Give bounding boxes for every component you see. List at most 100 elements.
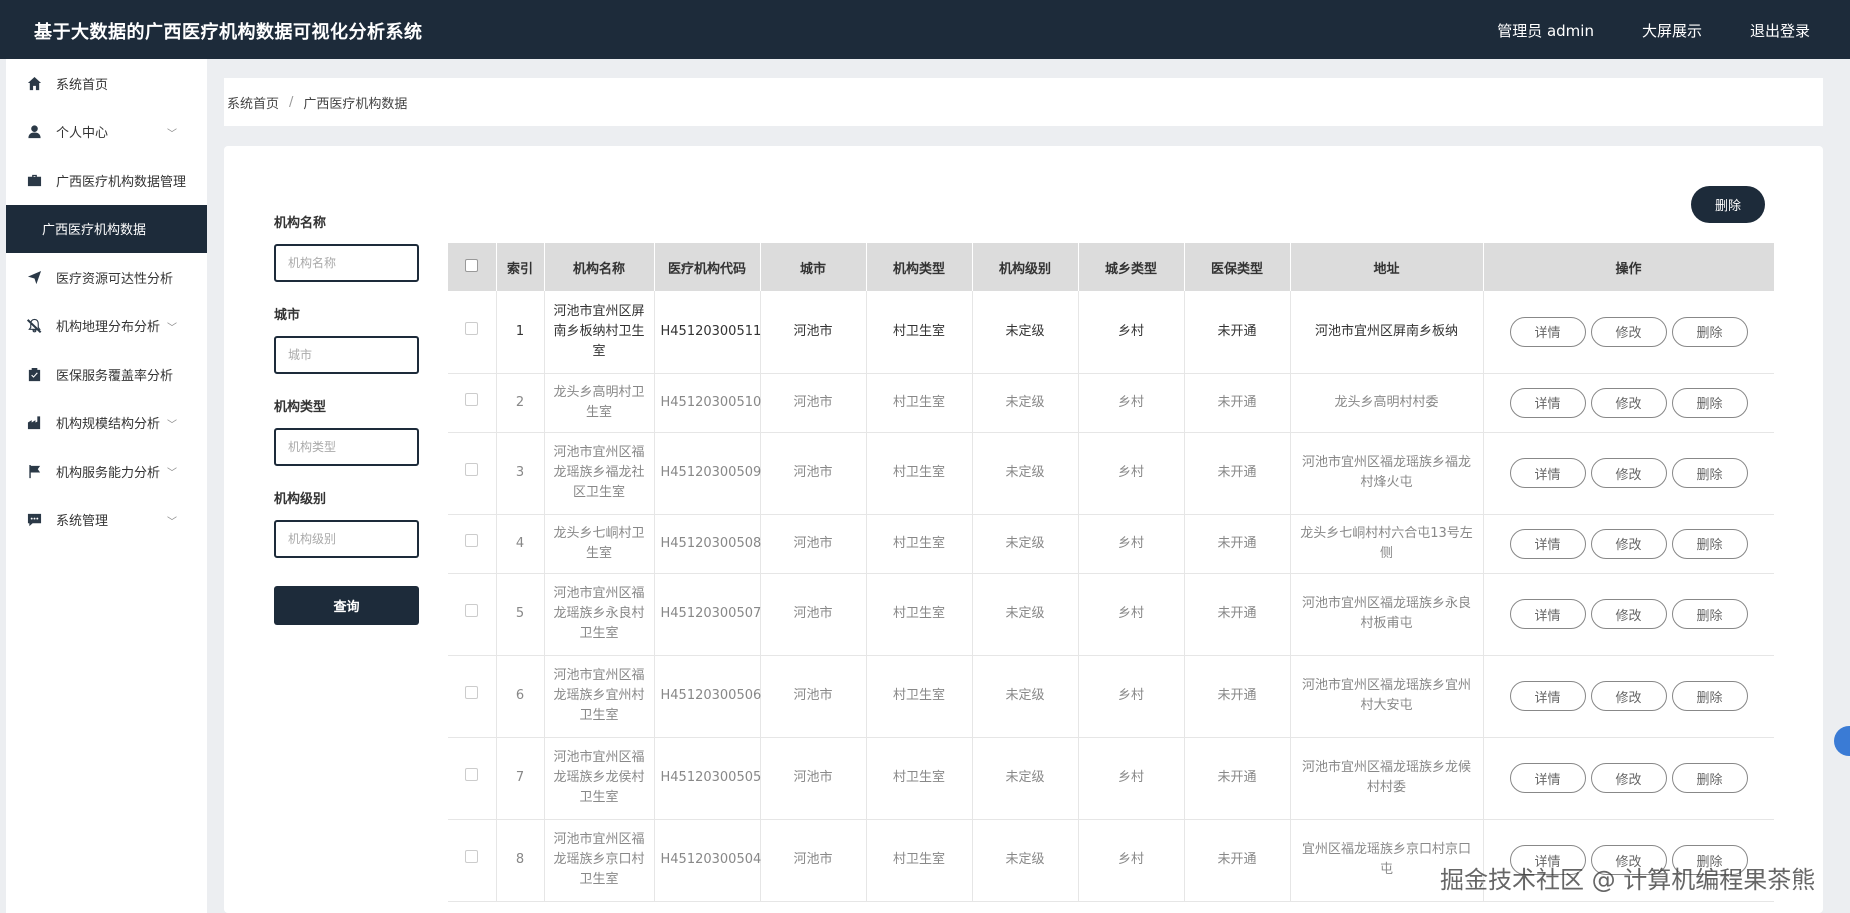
row-checkbox[interactable] xyxy=(465,686,479,699)
table-row: 4 龙头乡七峒村卫生室 H45120300508 河池市 村卫生室 未定级 乡村 未开通 龙头乡… xyxy=(448,514,1774,574)
delete-button[interactable]: 删除 xyxy=(1671,316,1748,347)
row-checkbox[interactable] xyxy=(465,392,479,406)
table-row: 1 河池市宜州区屏南乡板纳村卫生室 H45120300511 河池市 村卫生室 未定级 乡村… xyxy=(448,291,1774,374)
table-header-row: 索引 机构名称 医疗机构代码 城市 机构类型 机构级别 城乡类型 医保类型 地址… xyxy=(448,243,1774,291)
cell-actions: 详情 修改 删除 xyxy=(1483,373,1774,433)
row-select[interactable] xyxy=(448,514,497,574)
header-city: 城市 xyxy=(760,243,867,291)
detail-button[interactable]: 详情 xyxy=(1509,528,1586,559)
cell-name: 河池市宜州区福龙瑶族乡永良村卫生室 xyxy=(544,573,655,656)
batch-delete-button[interactable]: 删除 xyxy=(1691,186,1765,223)
sidebar-item-service-capacity[interactable]: 机构服务能力分析 ﹀ xyxy=(6,447,207,496)
delete-button[interactable]: 删除 xyxy=(1671,528,1748,559)
level-input[interactable] xyxy=(274,520,419,558)
cell-type: 村卫生室 xyxy=(866,514,973,574)
cell-address: 河池市宜州区福龙瑶族乡永良村板甫屯 xyxy=(1290,573,1484,656)
row-checkbox[interactable] xyxy=(465,768,479,781)
row-select[interactable] xyxy=(448,655,497,738)
row-select[interactable] xyxy=(448,373,497,433)
header-select-all[interactable] xyxy=(448,243,497,291)
detail-button[interactable]: 详情 xyxy=(1509,681,1586,711)
city-input[interactable] xyxy=(274,336,419,374)
chevron-down-icon: ﹀ xyxy=(167,468,177,479)
sidebar-item-personal-center[interactable]: 个人中心 ﹀ xyxy=(6,108,207,157)
table-row: 3 河池市宜州区福龙瑶族乡福龙社区卫生室 H45120300509 河池市 村卫生室 未定… xyxy=(448,432,1774,515)
delete-button[interactable]: 删除 xyxy=(1671,387,1748,418)
cell-level: 未定级 xyxy=(972,819,1079,902)
cell-insurance: 未开通 xyxy=(1184,655,1291,738)
sidebar-item-label: 个人中心 xyxy=(56,126,109,142)
cell-code: H45120300511 xyxy=(654,291,761,374)
row-checkbox[interactable] xyxy=(465,850,479,863)
row-select[interactable] xyxy=(448,573,497,656)
edit-button[interactable]: 修改 xyxy=(1590,599,1667,629)
cell-actions: 详情 修改 删除 xyxy=(1483,291,1774,374)
logout-link[interactable]: 退出登录 xyxy=(1750,20,1810,41)
cell-urban-rural: 乡村 xyxy=(1078,655,1185,738)
sidebar-item-geo-distribution[interactable]: 机构地理分布分析 ﹀ xyxy=(6,302,207,351)
detail-button[interactable]: 详情 xyxy=(1509,458,1586,488)
row-select[interactable] xyxy=(448,819,497,902)
sidebar-item-accessibility-analysis[interactable]: 医疗资源可达性分析 xyxy=(6,253,207,302)
name-input[interactable] xyxy=(274,244,419,282)
admin-user-link[interactable]: 管理员 admin xyxy=(1497,20,1594,41)
header-insurance: 医保类型 xyxy=(1184,243,1291,291)
sidebar-item-home[interactable]: 系统首页 xyxy=(6,59,207,108)
edit-button[interactable]: 修改 xyxy=(1590,387,1667,418)
briefcase-icon xyxy=(26,172,42,188)
cell-code: H45120300507 xyxy=(654,573,761,656)
user-icon xyxy=(26,124,42,140)
data-table: 索引 机构名称 医疗机构代码 城市 机构类型 机构级别 城乡类型 医保类型 地址… xyxy=(448,243,1774,902)
sidebar-item-system-management[interactable]: 系统管理 ﹀ xyxy=(6,496,207,545)
home-icon xyxy=(26,75,42,91)
cell-name: 河池市宜州区屏南乡板纳村卫生室 xyxy=(544,291,655,374)
row-checkbox[interactable] xyxy=(465,604,479,617)
clipboard-icon xyxy=(26,366,42,382)
cell-type: 村卫生室 xyxy=(866,432,973,515)
edit-button[interactable]: 修改 xyxy=(1590,316,1667,347)
cell-code: H45120300510 xyxy=(654,373,761,433)
edit-button[interactable]: 修改 xyxy=(1590,763,1667,793)
big-screen-link[interactable]: 大屏展示 xyxy=(1642,20,1702,41)
detail-button[interactable]: 详情 xyxy=(1509,599,1586,629)
edit-button[interactable]: 修改 xyxy=(1590,681,1667,711)
cell-urban-rural: 乡村 xyxy=(1078,373,1185,433)
row-checkbox[interactable] xyxy=(465,533,479,547)
row-checkbox[interactable] xyxy=(465,321,479,335)
send-icon xyxy=(26,269,42,285)
detail-button[interactable]: 详情 xyxy=(1509,387,1586,418)
row-select[interactable] xyxy=(448,432,497,515)
select-all-checkbox[interactable] xyxy=(465,258,479,272)
sidebar-item-insurance-coverage[interactable]: 医保服务覆盖率分析 xyxy=(6,350,207,399)
city-label: 城市 xyxy=(274,308,301,323)
edit-button[interactable]: 修改 xyxy=(1590,528,1667,559)
delete-button[interactable]: 删除 xyxy=(1671,763,1748,793)
cell-insurance: 未开通 xyxy=(1184,819,1291,902)
query-button[interactable]: 查询 xyxy=(274,586,419,625)
sidebar-item-label: 机构服务能力分析 xyxy=(56,465,161,481)
delete-button[interactable]: 删除 xyxy=(1671,458,1748,488)
detail-button[interactable]: 详情 xyxy=(1509,316,1586,347)
type-input[interactable] xyxy=(274,428,419,466)
cell-type: 村卫生室 xyxy=(866,819,973,902)
row-select[interactable] xyxy=(448,737,497,820)
cell-urban-rural: 乡村 xyxy=(1078,737,1185,820)
type-label: 机构类型 xyxy=(274,400,327,415)
sidebar-item-scale-structure[interactable]: 机构规模结构分析 ﹀ xyxy=(6,399,207,448)
chevron-down-icon: ﹀ xyxy=(167,128,177,140)
edit-button[interactable]: 修改 xyxy=(1590,458,1667,488)
cell-urban-rural: 乡村 xyxy=(1078,819,1185,902)
breadcrumb-home[interactable]: 系统首页 xyxy=(227,93,279,112)
sidebar-item-label: 系统首页 xyxy=(56,77,109,93)
detail-button[interactable]: 详情 xyxy=(1509,763,1586,793)
row-select[interactable] xyxy=(448,291,497,374)
cell-code: H45120300504 xyxy=(654,819,761,902)
delete-button[interactable]: 删除 xyxy=(1671,599,1748,629)
cell-city: 河池市 xyxy=(760,291,867,374)
row-checkbox[interactable] xyxy=(465,463,479,476)
breadcrumb-current: 广西医疗机构数据 xyxy=(303,96,408,112)
side-collapse-tab[interactable] xyxy=(1834,726,1850,756)
delete-button[interactable]: 删除 xyxy=(1671,681,1748,711)
sidebar-item-institution-data[interactable]: 广西医疗机构数据 xyxy=(6,204,207,253)
sidebar-item-data-management[interactable]: 广西医疗机构数据管理 xyxy=(6,156,207,205)
